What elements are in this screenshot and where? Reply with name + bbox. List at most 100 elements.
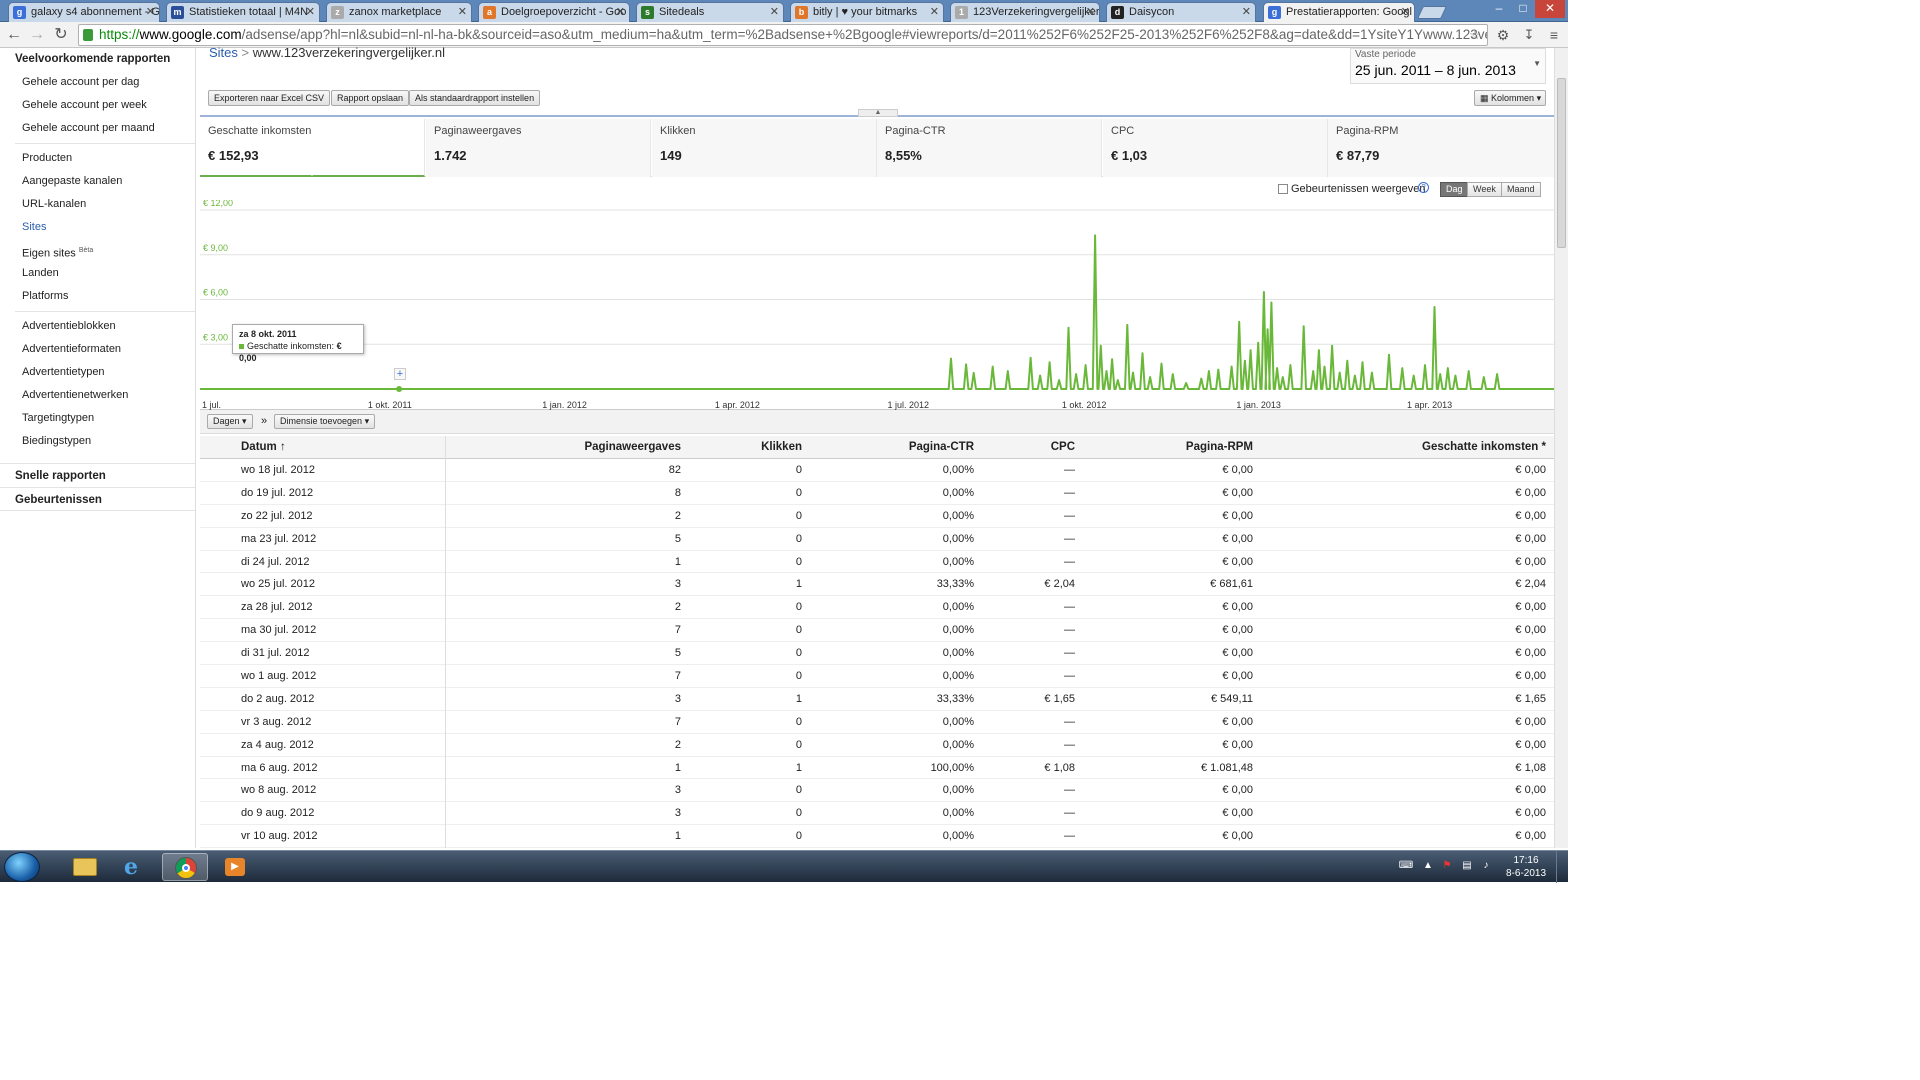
sidebar-item-sites[interactable]: Sites: [0, 216, 195, 239]
add-annotation-icon[interactable]: +: [394, 368, 406, 380]
sidebar-item-ad-networks[interactable]: Advertentienetwerken: [0, 384, 195, 407]
cell-rpm: € 0,00: [1222, 486, 1253, 499]
show-events-checkbox[interactable]: [1278, 184, 1288, 194]
clock[interactable]: 17:16 8-6-2013: [1502, 854, 1550, 880]
column-header-ctr[interactable]: Pagina-CTR: [909, 441, 974, 453]
volume-icon[interactable]: ♪: [1480, 860, 1492, 872]
dimension-bar: Dagen ▾ » Dimensie toevoegen ▾: [200, 410, 1554, 434]
menu-icon[interactable]: ≡: [1544, 25, 1564, 45]
tray-expand-icon[interactable]: ▲: [1422, 860, 1434, 872]
action-center-icon[interactable]: ⚑: [1441, 860, 1453, 872]
scorecard-cpc[interactable]: CPC € 1,03: [1103, 119, 1328, 177]
sidebar-item-own-sites[interactable]: Eigen sites Bèta: [0, 239, 195, 262]
data-point: [1117, 379, 1119, 381]
column-header-pageviews[interactable]: Paginaweergaves: [584, 441, 681, 453]
column-header-rpm[interactable]: Pagina-RPM: [1186, 441, 1253, 453]
media-player-icon[interactable]: ▶: [212, 853, 258, 881]
close-window-button[interactable]: ✕: [1535, 0, 1565, 18]
sidebar-item-targeting-types[interactable]: Targetingtypen: [0, 407, 195, 430]
minimize-button[interactable]: –: [1487, 0, 1511, 18]
close-tab-icon[interactable]: ✕: [306, 3, 315, 21]
browser-tab[interactable]: g Prestatierapporten: Googl ✕: [1263, 2, 1415, 23]
sidebar-item-url-channels[interactable]: URL-kanalen: [0, 193, 195, 216]
sidebar-item-account-month[interactable]: Gehele account per maand: [0, 117, 195, 140]
sidebar-item-ad-formats[interactable]: Advertentieformaten: [0, 338, 195, 361]
x-tick-label: 1 okt. 2012: [1062, 400, 1107, 410]
close-tab-icon[interactable]: ✕: [1242, 3, 1251, 21]
date-range-picker[interactable]: Vaste periode 25 jun. 2011 – 8 jun. 2013…: [1350, 48, 1546, 84]
browser-tab[interactable]: d Daisycon ✕: [1106, 2, 1256, 22]
download-icon[interactable]: ↧: [1519, 25, 1539, 45]
help-icon[interactable]: ?: [1418, 182, 1429, 193]
days-dropdown[interactable]: Dagen ▾: [207, 414, 253, 429]
keyboard-icon[interactable]: ⌨: [1398, 860, 1414, 872]
sidebar-item-custom-channels[interactable]: Aangepaste kanalen: [0, 170, 195, 193]
star-icon[interactable]: ☆: [1465, 25, 1485, 45]
sidebar-item-platforms[interactable]: Platforms: [0, 285, 195, 308]
browser-tab[interactable]: 1 123Verzekeringvergelijker ✕: [950, 2, 1100, 22]
column-header-date[interactable]: Datum ↑: [241, 441, 286, 453]
scorecard-ctr[interactable]: Pagina-CTR 8,55%: [877, 119, 1102, 177]
close-tab-icon[interactable]: ✕: [1401, 3, 1410, 21]
sidebar-item-countries[interactable]: Landen: [0, 262, 195, 285]
address-bar[interactable]: https://www.google.com/adsense/app?hl=nl…: [78, 24, 1488, 46]
set-default-report-button[interactable]: Als standaardrapport instellen: [409, 90, 541, 106]
sidebar-item-products[interactable]: Producten: [0, 147, 195, 170]
browser-tab[interactable]: m Statistieken totaal | M4N ✕: [166, 2, 320, 22]
scorecard-rpm[interactable]: Pagina-RPM € 87,79: [1328, 119, 1554, 177]
internet-explorer-icon[interactable]: e: [112, 853, 158, 881]
sidebar-item-account-day[interactable]: Gehele account per dag: [0, 71, 195, 94]
network-icon[interactable]: ▤: [1461, 860, 1473, 872]
reload-icon[interactable]: ↻: [51, 25, 71, 45]
browser-tab[interactable]: g galaxy s4 abonnement - G ✕: [8, 2, 160, 22]
column-header-earnings[interactable]: Geschatte inkomsten *: [1422, 441, 1546, 453]
sidebar-item-bid-types[interactable]: Biedingstypen: [0, 430, 195, 453]
add-dimension-dropdown[interactable]: Dimensie toevoegen ▾: [274, 414, 376, 429]
browser-tab[interactable]: z zanox marketplace ✕: [326, 2, 472, 22]
data-point: [1058, 379, 1060, 381]
scorecard-pageviews[interactable]: Paginaweergaves 1.742: [426, 119, 651, 177]
granularity-month-button[interactable]: Maand: [1501, 182, 1541, 197]
scrollbar-thumb[interactable]: [1557, 78, 1566, 248]
table-row: zo 22 jul. 2012 2 0 0,00% — € 0,00 € 0,00: [200, 504, 1554, 528]
sidebar-item-ad-types[interactable]: Advertentietypen: [0, 361, 195, 384]
close-tab-icon[interactable]: ✕: [146, 3, 155, 21]
data-point: [1075, 373, 1077, 375]
close-tab-icon[interactable]: ✕: [1086, 3, 1095, 21]
browser-tab[interactable]: s Sitedeals ✕: [636, 2, 784, 22]
extension-icon[interactable]: ⚙: [1493, 25, 1513, 45]
cell-ctr: 0,00%: [942, 647, 974, 660]
browser-tab[interactable]: b bitly | ♥ your bitmarks ✕: [790, 2, 944, 22]
columns-button[interactable]: ▦ Kolommen ▾: [1474, 90, 1546, 106]
maximize-button[interactable]: □: [1511, 0, 1535, 18]
export-csv-button[interactable]: Exporteren naar Excel CSV: [208, 90, 331, 106]
column-header-cpc[interactable]: CPC: [1051, 441, 1075, 453]
cell-clicks: 1: [795, 761, 802, 774]
data-point: [1483, 376, 1485, 378]
granularity-day-button[interactable]: Dag: [1440, 182, 1469, 197]
close-tab-icon[interactable]: ✕: [616, 3, 625, 21]
page-scrollbar[interactable]: [1554, 48, 1568, 848]
breadcrumb-sites-link[interactable]: Sites: [209, 45, 238, 60]
close-tab-icon[interactable]: ✕: [770, 3, 779, 21]
chrome-icon[interactable]: [162, 853, 208, 881]
browser-tab[interactable]: a Doelgroepoverzicht - Goo ✕: [478, 2, 630, 22]
scorecard-clicks[interactable]: Klikken 149: [652, 119, 877, 177]
back-icon[interactable]: ←: [4, 25, 24, 45]
explorer-icon[interactable]: [62, 853, 108, 881]
start-button[interactable]: [4, 852, 40, 882]
sidebar-events[interactable]: Gebeurtenissen: [0, 487, 195, 511]
close-tab-icon[interactable]: ✕: [930, 3, 939, 21]
close-tab-icon[interactable]: ✕: [458, 3, 467, 21]
sidebar-quick-reports[interactable]: Snelle rapporten: [0, 463, 195, 487]
scorecard-earnings[interactable]: Geschatte inkomsten € 152,93: [200, 119, 425, 177]
save-report-button[interactable]: Rapport opslaan: [331, 90, 410, 106]
sidebar-item-account-week[interactable]: Gehele account per week: [0, 94, 195, 117]
granularity-week-button[interactable]: Week: [1467, 182, 1502, 197]
sidebar-item-ad-units[interactable]: Advertentieblokken: [0, 315, 195, 338]
show-desktop-button[interactable]: [1556, 851, 1568, 883]
collapse-handle-icon[interactable]: ▲: [858, 109, 898, 117]
cell-rpm: € 0,00: [1222, 738, 1253, 751]
column-header-clicks[interactable]: Klikken: [761, 441, 802, 453]
forward-icon[interactable]: →: [27, 25, 47, 45]
